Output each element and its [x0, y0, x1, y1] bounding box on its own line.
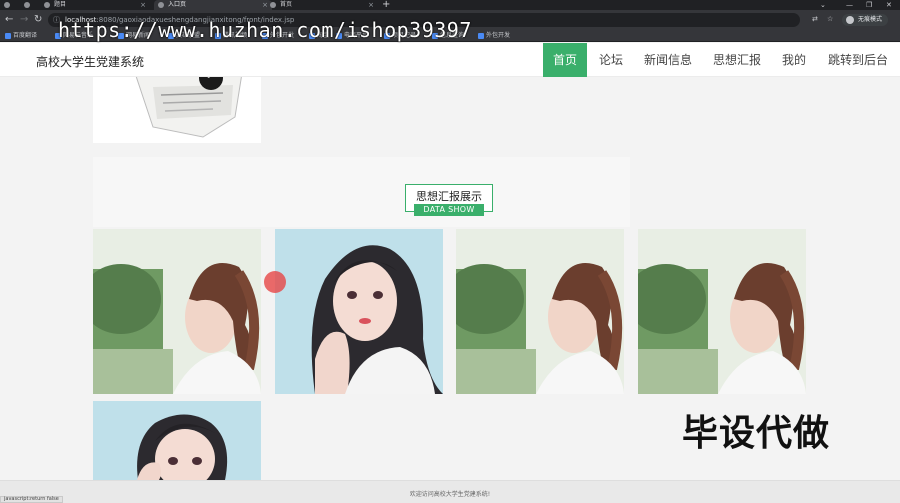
report-card-3[interactable] — [456, 229, 624, 394]
girl-portrait-photo — [93, 401, 261, 480]
translate-icon[interactable]: ⇄ — [812, 15, 818, 23]
news-card[interactable] — [93, 77, 261, 143]
restore-icon[interactable]: ❐ — [866, 0, 872, 10]
tab-home[interactable]: 首页 × — [266, 0, 378, 10]
close-icon[interactable]: × — [140, 0, 146, 10]
section-heading: 思想汇报展示 DATA SHOW — [405, 184, 493, 216]
tab-search-icon[interactable]: ⌄ — [820, 0, 826, 10]
nav-news[interactable]: 新闻信息 — [638, 43, 698, 77]
forward-icon[interactable]: → — [20, 14, 28, 26]
girl-profile-photo — [638, 229, 806, 394]
section-subtitle: DATA SHOW — [414, 204, 484, 216]
window-icon — [24, 2, 30, 8]
tab-label: 首页 — [280, 1, 293, 8]
girl-profile-photo — [93, 229, 261, 394]
new-tab-icon[interactable]: + — [382, 0, 390, 10]
nav-admin[interactable]: 跳转到后台 — [822, 43, 894, 77]
girl-profile-photo — [456, 229, 624, 394]
nav-mine[interactable]: 我的 — [775, 43, 813, 77]
footer-bar: 欢迎访问高校大学生党建系统! — [0, 480, 900, 503]
footer-text: 欢迎访问高校大学生党建系统! — [409, 491, 491, 498]
overlay-text: 毕设代做 — [682, 413, 831, 454]
tab-strip: 题目 × 入口页 × 首页 × + ⌄ — ❐ ✕ — [0, 0, 900, 10]
section-title: 思想汇报展示 — [416, 190, 482, 203]
nav-forum[interactable]: 论坛 — [592, 43, 630, 77]
incognito-badge[interactable]: 无痕模式 — [842, 14, 889, 26]
minimize-icon[interactable]: — — [846, 0, 853, 10]
globe-icon — [158, 2, 164, 8]
close-icon[interactable]: × — [368, 0, 374, 10]
link-status: javascript:return false — [0, 496, 63, 503]
window-close-icon[interactable]: ✕ — [886, 0, 892, 10]
browser-window: 题目 × 入口页 × 首页 × + ⌄ — ❐ ✕ ← → ↻ ⓘ localhost… — [0, 0, 900, 503]
tab-pinned-2[interactable] — [20, 0, 38, 10]
back-icon[interactable]: ← — [5, 14, 13, 26]
bookmark-star-icon[interactable]: ☆ — [827, 15, 833, 23]
reload-icon[interactable]: ↻ — [34, 14, 42, 26]
tab-entry[interactable]: 入口页 × — [154, 0, 272, 10]
tab-title[interactable]: 题目 × — [40, 0, 150, 10]
newspaper-image — [135, 77, 242, 138]
report-card-5[interactable] — [93, 401, 261, 480]
watermark-text: https://www.huzhan.com/ishop39397 — [58, 18, 472, 42]
cursor-highlight — [264, 271, 286, 293]
tab-label: 题目 — [54, 1, 67, 8]
report-card-1[interactable] — [93, 229, 261, 394]
background-panel — [93, 157, 630, 227]
site-title: 高校大学生党建系统 — [36, 55, 145, 69]
nav-thought-report[interactable]: 思想汇报 — [707, 43, 767, 77]
tab-pinned-1[interactable] — [0, 0, 20, 10]
globe-icon — [4, 2, 10, 8]
bookmark-item[interactable]: 外包开发 — [478, 32, 510, 40]
bookmark-item[interactable]: 百度翻译 — [5, 32, 37, 40]
site-header: 高校大学生党建系统 首页 论坛 新闻信息 思想汇报 我的 跳转到后台 — [0, 43, 900, 77]
tab-label: 入口页 — [168, 1, 187, 8]
site-icon — [44, 2, 50, 8]
girl-portrait-photo — [275, 229, 443, 394]
nav-home[interactable]: 首页 — [543, 43, 587, 77]
globe-icon — [270, 2, 276, 8]
report-card-4[interactable] — [638, 229, 806, 394]
report-card-2[interactable] — [275, 229, 443, 394]
